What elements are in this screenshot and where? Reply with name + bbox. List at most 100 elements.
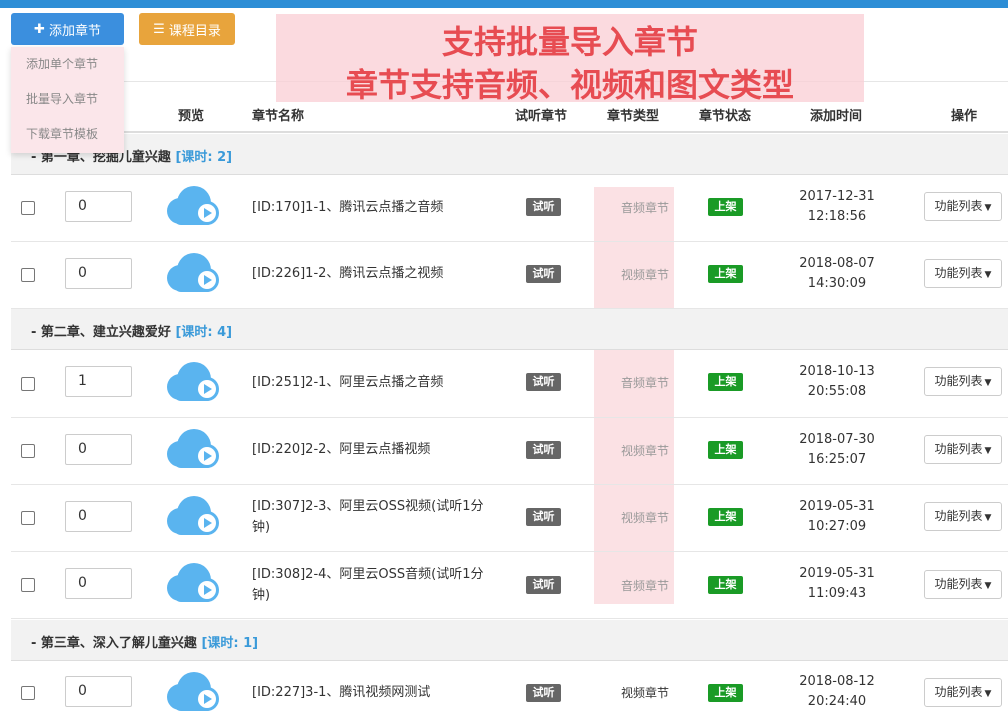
cloud-play-icon[interactable] xyxy=(160,562,222,604)
chapter-type: 音频章节 xyxy=(620,201,669,215)
added-clock: 20:55:08 xyxy=(807,384,867,399)
header-preview: 预览 xyxy=(178,109,205,124)
sort-order-input[interactable]: 0 xyxy=(65,434,132,465)
table-row: 0 [ID:226]1-2、腾讯云点播之视频 试听 视频章节 上架 2018-0… xyxy=(11,241,1008,309)
chapter-name[interactable]: [ID:226]1-2、腾讯云点播之视频 xyxy=(252,263,502,284)
function-list-button[interactable]: 功能列表 ▼ xyxy=(924,678,1002,707)
table-row: 0 [ID:220]2-2、阿里云点播视频 试听 视频章节 上架 2018-07… xyxy=(11,417,1008,485)
row-checkbox[interactable] xyxy=(21,268,35,282)
function-list-button[interactable]: 功能列表 ▼ xyxy=(924,502,1002,531)
caret-down-icon: ▼ xyxy=(984,270,992,280)
header-time: 添加时间 xyxy=(810,109,863,124)
caret-down-icon: ▼ xyxy=(984,203,992,213)
table-row: 0 [ID:307]2-3、阿里云OSS视频(试听1分钟) 试听 视频章节 上架… xyxy=(11,484,1008,552)
header-trial: 试听章节 xyxy=(515,109,568,124)
chapter-type: 音频章节 xyxy=(620,376,669,390)
function-list-button[interactable]: 功能列表 ▼ xyxy=(924,570,1002,599)
sort-order-input[interactable]: 0 xyxy=(65,676,132,707)
function-list-label: 功能列表 xyxy=(934,266,983,280)
course-catalog-button[interactable]: ☰ 课程目录 xyxy=(139,13,235,45)
chapter-type: 视频章节 xyxy=(620,686,669,700)
cloud-play-icon[interactable] xyxy=(160,185,222,227)
caret-down-icon: ▼ xyxy=(984,689,992,699)
function-list-label: 功能列表 xyxy=(934,685,983,699)
chapter-name[interactable]: [ID:220]2-2、阿里云点播视频 xyxy=(252,439,502,460)
sort-order-input[interactable]: 0 xyxy=(65,501,132,532)
row-checkbox[interactable] xyxy=(21,201,35,215)
cloud-play-icon[interactable] xyxy=(160,495,222,537)
group-hours: [课时: 1] xyxy=(201,636,259,651)
function-list-label: 功能列表 xyxy=(934,442,983,456)
row-checkbox[interactable] xyxy=(21,578,35,592)
cloud-play-icon[interactable] xyxy=(160,671,222,713)
chapter-type: 视频章节 xyxy=(620,511,669,525)
table-row: 0 [ID:227]3-1、腾讯视频网测试 试听 视频章节 上架 2018-08… xyxy=(11,661,1008,728)
caret-down-icon: ▼ xyxy=(984,446,992,456)
caret-down-icon: ▼ xyxy=(984,513,992,523)
chapter-name[interactable]: [ID:307]2-3、阿里云OSS视频(试听1分钟) xyxy=(252,496,492,538)
group-hours: [课时: 4] xyxy=(175,325,233,340)
add-chapter-button[interactable]: ✚ 添加章节 xyxy=(11,13,124,45)
chapter-name[interactable]: [ID:227]3-1、腾讯视频网测试 xyxy=(252,682,502,703)
sort-order-input[interactable]: 0 xyxy=(65,568,132,599)
trial-tag: 试听 xyxy=(526,508,561,526)
function-list-button[interactable]: 功能列表 ▼ xyxy=(924,435,1002,464)
added-date: 2018-08-12 xyxy=(799,674,875,689)
chapter-name[interactable]: [ID:308]2-4、阿里云OSS音频(试听1分钟) xyxy=(252,564,492,606)
status-badge: 上架 xyxy=(708,441,743,459)
added-time: 2018-08-12 20:24:40 xyxy=(787,672,887,712)
function-list-button[interactable]: 功能列表 ▼ xyxy=(924,259,1002,288)
row-checkbox[interactable] xyxy=(21,686,35,700)
cloud-play-icon[interactable] xyxy=(160,252,222,294)
status-badge: 上架 xyxy=(708,508,743,526)
cloud-play-icon[interactable] xyxy=(160,361,222,403)
table-row: 1 [ID:251]2-1、阿里云点播之音频 试听 音频章节 上架 2018-1… xyxy=(11,350,1008,418)
sort-order-input[interactable]: 0 xyxy=(65,258,132,289)
function-list-button[interactable]: 功能列表 ▼ xyxy=(924,192,1002,221)
group-title: 第三章、深入了解儿童兴趣 xyxy=(40,636,197,651)
caret-down-icon: ▼ xyxy=(984,378,992,388)
row-checkbox[interactable] xyxy=(21,511,35,525)
dropdown-item-add-single[interactable]: 添加单个章节 xyxy=(11,47,124,82)
dropdown-item-batch-import[interactable]: 批量导入章节 xyxy=(11,82,124,117)
dropdown-item-download-template[interactable]: 下载章节模板 xyxy=(11,117,124,152)
status-badge: 上架 xyxy=(708,373,743,391)
row-checkbox[interactable] xyxy=(21,444,35,458)
added-date: 2018-08-07 xyxy=(799,256,875,271)
added-time: 2018-08-07 14:30:09 xyxy=(787,254,887,294)
row-checkbox[interactable] xyxy=(21,377,35,391)
chapter-name[interactable]: [ID:170]1-1、腾讯云点播之音频 xyxy=(252,197,502,218)
chapter-group-3: - 第三章、深入了解儿童兴趣 [课时: 1] xyxy=(11,620,1008,661)
chapter-name[interactable]: [ID:251]2-1、阿里云点播之音频 xyxy=(252,372,502,393)
status-badge: 上架 xyxy=(708,576,743,594)
function-list-label: 功能列表 xyxy=(934,509,983,523)
sort-order-input[interactable]: 0 xyxy=(65,191,132,222)
added-date: 2017-12-31 xyxy=(799,189,875,204)
added-time: 2019-05-31 11:09:43 xyxy=(787,564,887,604)
function-list-button[interactable]: 功能列表 ▼ xyxy=(924,367,1002,396)
trial-tag: 试听 xyxy=(526,684,561,702)
cloud-play-icon[interactable] xyxy=(160,428,222,470)
group-collapse-toggle[interactable]: - xyxy=(31,325,41,340)
header-type: 章节类型 xyxy=(607,109,660,124)
course-catalog-label: 课程目录 xyxy=(168,23,221,39)
added-clock: 20:24:40 xyxy=(807,694,867,709)
status-badge: 上架 xyxy=(708,198,743,216)
status-badge: 上架 xyxy=(708,265,743,283)
chapter-type: 视频章节 xyxy=(620,444,669,458)
group-collapse-toggle[interactable]: - xyxy=(31,636,41,651)
function-list-label: 功能列表 xyxy=(934,374,983,388)
sort-order-input[interactable]: 1 xyxy=(65,366,132,397)
added-clock: 14:30:09 xyxy=(807,276,867,291)
header-name: 章节名称 xyxy=(252,109,305,124)
caret-down-icon: ▼ xyxy=(984,581,992,591)
added-date: 2018-10-13 xyxy=(799,364,875,379)
promo-banner: 支持批量导入章节 章节支持音频、视频和图文类型 xyxy=(276,14,864,104)
add-chapter-label: 添加章节 xyxy=(48,23,101,39)
added-date: 2019-05-31 xyxy=(799,566,875,581)
top-accent-bar xyxy=(0,0,1008,8)
added-clock: 11:09:43 xyxy=(807,586,867,601)
trial-tag: 试听 xyxy=(526,441,561,459)
trial-tag: 试听 xyxy=(526,373,561,391)
banner-line-1: 支持批量导入章节 xyxy=(441,23,698,61)
